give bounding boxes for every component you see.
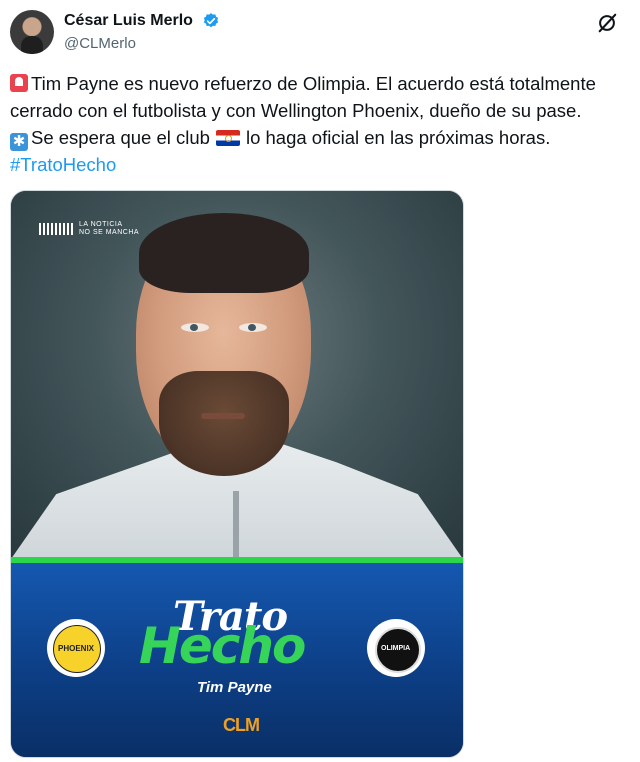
photo-watermark-logo: LA NOTICIA NO SE MANCHA — [39, 221, 139, 237]
phoenix-crest — [53, 625, 101, 673]
watermark-line-2: NO SE MANCHA — [79, 229, 140, 236]
tweet-header: César Luis Merlo @CLMerlo — [10, 8, 630, 58]
wellington-phoenix-badge — [47, 619, 105, 677]
olimpia-crest — [375, 627, 421, 673]
paraguay-flag-emoji — [215, 130, 240, 146]
author-name[interactable]: César Luis Merlo — [64, 12, 193, 30]
banner-player-name: Tim Payne — [197, 679, 272, 696]
clm-brand-mark: CLM — [223, 715, 260, 735]
grok-icon[interactable] — [596, 12, 618, 34]
tweet-line-2-before: Se espera que el club — [31, 127, 210, 148]
trato-hecho-banner: Trato Hecho Tim Payne CLM — [11, 563, 463, 757]
watermark-line-1: LA NOTICIA — [79, 221, 123, 228]
player-mouth — [201, 413, 245, 419]
hashtag-line: #TratoHecho — [10, 151, 632, 178]
verified-badge-icon — [203, 13, 219, 28]
avatar[interactable] — [10, 10, 54, 54]
jacket-zip — [233, 491, 239, 559]
tweet-line-2-after: lo haga oficial en las próximas horas. — [245, 127, 551, 148]
player-eye-left — [181, 323, 209, 332]
tweet-line-1: Tim Payne es nuevo refuerzo de Olimpia. … — [10, 70, 632, 124]
player-photo: LA NOTICIA NO SE MANCHA — [11, 191, 463, 559]
siren-emoji — [10, 74, 28, 92]
olimpia-badge — [367, 619, 425, 677]
player-beard — [159, 371, 289, 476]
author-handle[interactable]: @CLMerlo — [64, 35, 136, 52]
tweet-image[interactable]: LA NOTICIA NO SE MANCHA Trato Hecho Tim … — [10, 190, 464, 758]
banner-word-hecho: Hecho — [139, 617, 306, 675]
watermark-bars — [39, 223, 73, 235]
sparkle-emoji: ✱ — [10, 133, 28, 151]
tweet-line-1-text: Tim Payne es nuevo refuerzo de Olimpia. … — [10, 73, 596, 121]
hashtag-link[interactable]: #TratoHecho — [10, 154, 116, 175]
player-eye-right — [239, 323, 267, 332]
player-hair — [139, 213, 309, 293]
tweet-line-2: ✱ Se espera que el club lo haga oficial en… — [10, 124, 632, 151]
tweet-text: Tim Payne es nuevo refuerzo de Olimpia. … — [10, 70, 632, 178]
